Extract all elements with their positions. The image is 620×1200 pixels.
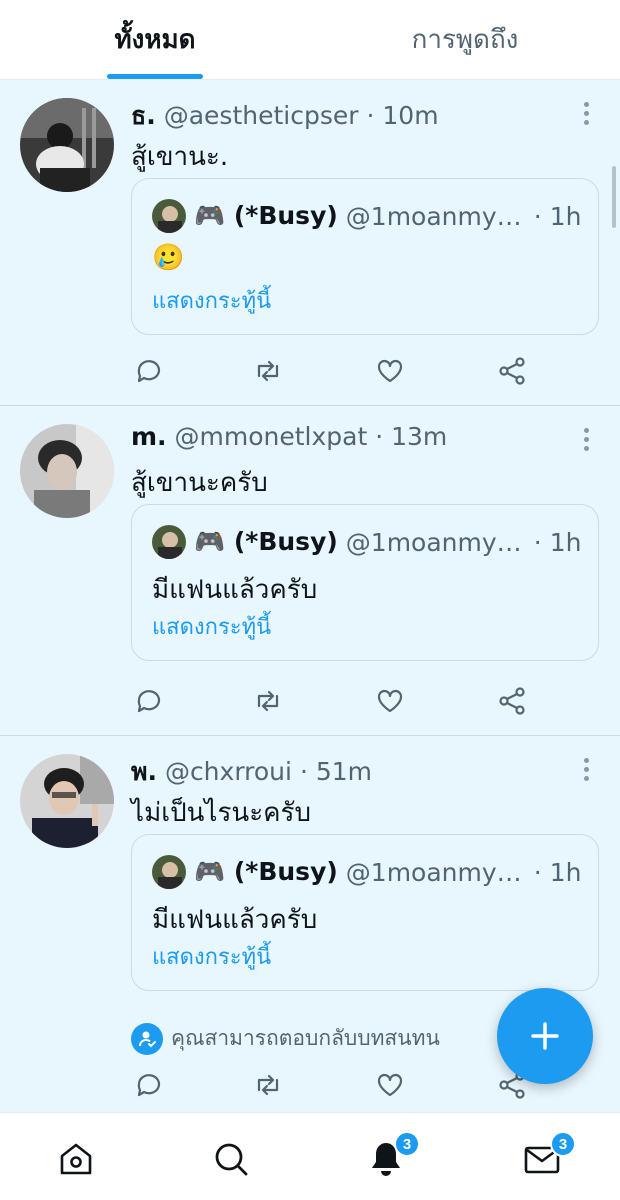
- avatar[interactable]: [20, 754, 114, 848]
- show-thread-link[interactable]: แสดงกระทู้นี้: [152, 283, 271, 318]
- quoted-timestamp: · 1h: [533, 857, 582, 887]
- display-name[interactable]: ธ.: [131, 101, 156, 130]
- tweet[interactable]: ธ. @aestheticpser · 10m สู้เขานะ. 🎮 (*Bu…: [0, 80, 620, 406]
- display-name[interactable]: m.: [131, 422, 167, 451]
- bottom-nav: 3 3: [0, 1112, 620, 1200]
- avatar[interactable]: [20, 98, 114, 192]
- tab-mentions[interactable]: การพูดถึง: [310, 0, 620, 79]
- like-icon[interactable]: [373, 684, 407, 718]
- handle[interactable]: @mmonetlxpat: [175, 422, 368, 451]
- avatar[interactable]: [20, 424, 114, 518]
- search-icon[interactable]: [211, 1139, 251, 1179]
- reply-icon[interactable]: [131, 1068, 165, 1102]
- retweet-icon[interactable]: [251, 1068, 285, 1102]
- quoted-display-name: 🎮 (*Busy): [194, 201, 338, 230]
- quoted-display-name: 🎮 (*Busy): [194, 527, 338, 556]
- handle[interactable]: @aestheticpser: [164, 101, 359, 130]
- notification-count-badge: 3: [394, 1131, 420, 1157]
- display-name[interactable]: พ.: [131, 757, 157, 786]
- reply-icon[interactable]: [131, 354, 165, 388]
- retweet-icon[interactable]: [251, 684, 285, 718]
- quoted-handle: @1moanmyn...: [345, 527, 528, 557]
- like-icon[interactable]: [373, 354, 407, 388]
- tab-mentions-label: การพูดถึง: [411, 25, 519, 55]
- quoted-display-name: 🎮 (*Busy): [194, 857, 338, 886]
- quoted-avatar: [152, 199, 186, 233]
- quoted-tweet-header: 🎮 (*Busy) @1moanmyn... · 1h: [152, 199, 581, 233]
- tweet-text: สู้เขานะ.: [131, 142, 229, 172]
- reply-note-text: คุณสามารถตอบกลับบทสนทน: [171, 1026, 440, 1050]
- message-count-badge: 3: [550, 1131, 576, 1157]
- show-thread-link[interactable]: แสดงกระทู้นี้: [152, 939, 271, 974]
- tab-all[interactable]: ทั้งหมด: [0, 0, 310, 79]
- notifications-tab[interactable]: 3: [366, 1131, 420, 1179]
- tweet-text: สู้เขานะครับ: [131, 468, 268, 498]
- share-icon[interactable]: [495, 354, 529, 388]
- quoted-tweet[interactable]: 🎮 (*Busy) @1moanmyn... · 1h มีแฟนแล้วครั…: [131, 504, 599, 661]
- notifications-feed[interactable]: ธ. @aestheticpser · 10m สู้เขานะ. 🎮 (*Bu…: [0, 80, 620, 1112]
- more-options-icon[interactable]: [582, 102, 590, 129]
- more-options-icon[interactable]: [582, 758, 590, 785]
- reply-restriction-note: คุณสามารถตอบกลับบทสนทน: [131, 1022, 440, 1055]
- quoted-timestamp: · 1h: [533, 527, 582, 557]
- quoted-handle: @1moanmyn...: [345, 857, 528, 887]
- like-icon[interactable]: [373, 1068, 407, 1102]
- timestamp[interactable]: · 51m: [300, 757, 372, 786]
- quoted-text: 🥲: [152, 243, 185, 273]
- tweet-header: m. @mmonetlxpat · 13m: [131, 422, 447, 451]
- home-icon[interactable]: [56, 1139, 96, 1179]
- tweet-actions: [131, 684, 531, 718]
- quoted-handle: @1moanmyn...: [345, 201, 528, 231]
- messages-tab[interactable]: 3: [522, 1131, 576, 1179]
- more-options-icon[interactable]: [582, 428, 590, 455]
- quoted-text: มีแฟนแล้วครับ: [152, 905, 318, 935]
- quoted-text: มีแฟนแล้วครับ: [152, 575, 318, 605]
- handle[interactable]: @chxrroui: [165, 757, 292, 786]
- timestamp[interactable]: · 13m: [375, 422, 447, 451]
- quoted-tweet[interactable]: 🎮 (*Busy) @1moanmyn... · 1h มีแฟนแล้วครั…: [131, 834, 599, 991]
- quoted-timestamp: · 1h: [533, 201, 582, 231]
- share-icon[interactable]: [495, 684, 529, 718]
- tweet-actions: [131, 354, 531, 388]
- reply-icon[interactable]: [131, 684, 165, 718]
- tweet-actions: [131, 1068, 531, 1102]
- tweet-header: พ. @chxrroui · 51m: [131, 752, 372, 792]
- user-check-icon: [131, 1022, 163, 1055]
- quoted-tweet-header: 🎮 (*Busy) @1moanmyn... · 1h: [152, 525, 581, 559]
- top-tabs: ทั้งหมด การพูดถึง: [0, 0, 620, 80]
- tab-all-label: ทั้งหมด: [114, 25, 196, 55]
- tweet[interactable]: m. @mmonetlxpat · 13m สู้เขานะครับ 🎮 (*B…: [0, 406, 620, 736]
- quoted-avatar: [152, 525, 186, 559]
- tweet-text: ไม่เป็นไรนะครับ: [131, 798, 312, 828]
- retweet-icon[interactable]: [251, 354, 285, 388]
- quoted-tweet-header: 🎮 (*Busy) @1moanmyn... · 1h: [152, 855, 581, 889]
- compose-tweet-button[interactable]: [497, 988, 593, 1084]
- plus-icon: [531, 1022, 559, 1050]
- tweet-header: ธ. @aestheticpser · 10m: [131, 96, 439, 136]
- quoted-tweet[interactable]: 🎮 (*Busy) @1moanmyn... · 1h 🥲 แสดงกระทู้…: [131, 178, 599, 335]
- show-thread-link[interactable]: แสดงกระทู้นี้: [152, 609, 271, 644]
- quoted-avatar: [152, 855, 186, 889]
- timestamp[interactable]: · 10m: [366, 101, 438, 130]
- tab-active-indicator: [107, 74, 203, 79]
